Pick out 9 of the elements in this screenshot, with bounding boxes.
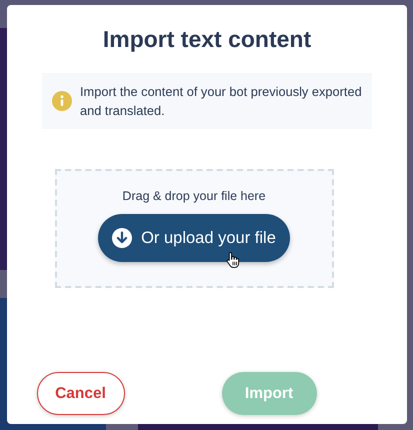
dropzone[interactable]: Drag & drop your file here Or upload your file: [54, 169, 334, 288]
dropzone-hint: Drag & drop your file here: [122, 188, 266, 204]
upload-button[interactable]: Or upload your file: [98, 214, 290, 262]
dialog-title: Import text content: [102, 25, 312, 53]
notice-text: Import the content of your bot previously exported and translated.: [80, 83, 362, 120]
hand-cursor-icon: [226, 251, 240, 269]
info-icon: [52, 91, 72, 111]
cancel-button[interactable]: Cancel: [36, 372, 124, 415]
download-icon: [112, 228, 132, 248]
